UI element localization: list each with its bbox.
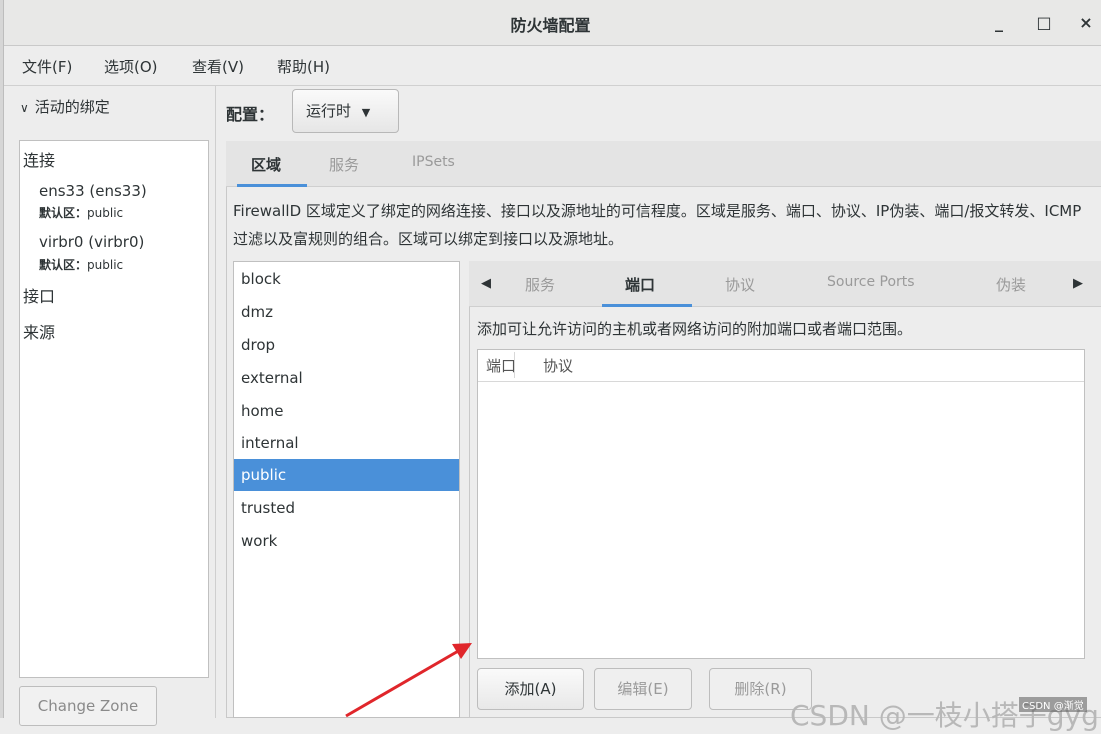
tab-ipsets[interactable]: IPSets: [412, 154, 455, 170]
change-zone-button[interactable]: Change Zone: [19, 686, 157, 726]
window-left-edge: [0, 0, 4, 718]
sources-heading[interactable]: 来源: [23, 319, 55, 343]
connection-ens33-zone: 默认区：public: [39, 206, 124, 220]
caret-down-icon: ▼: [361, 106, 371, 119]
ports-table-header: 端口 协议: [478, 350, 1084, 382]
active-bindings-toggle[interactable]: ∨ 活动的绑定: [20, 96, 110, 117]
inner-tab-ports[interactable]: 端口: [625, 274, 655, 295]
menu-options[interactable]: 选项(O): [104, 56, 158, 77]
scroll-left-icon[interactable]: ◀: [481, 276, 491, 291]
column-header-protocol[interactable]: 协议: [543, 355, 573, 376]
close-button[interactable]: ×: [1072, 10, 1100, 36]
main-tabstrip: 区域 服务 IPSets: [226, 141, 1101, 187]
window-title: 防火墙配置: [510, 16, 591, 35]
connection-virbr0-zone: 默认区：public: [39, 258, 124, 272]
connections-heading[interactable]: 连接: [23, 147, 55, 171]
maximize-button[interactable]: □: [1030, 10, 1058, 36]
chevron-down-icon: ∨: [20, 101, 29, 115]
minimize-button[interactable]: _: [985, 10, 1013, 36]
menubar: 文件(F) 选项(O) 查看(V) 帮助(H): [4, 46, 1101, 86]
tab-zones-underline: [237, 184, 307, 187]
column-separator: [514, 352, 515, 378]
menu-view[interactable]: 查看(V): [192, 56, 244, 77]
add-button[interactable]: 添加(A): [477, 668, 584, 710]
menu-help[interactable]: 帮助(H): [277, 56, 330, 77]
zone-item-external[interactable]: external: [234, 362, 459, 394]
menu-file[interactable]: 文件(F): [22, 56, 72, 77]
zones-description: FirewallD 区域定义了绑定的网络连接、接口以及源地址的可信程度。区域是服…: [233, 202, 1082, 248]
scroll-right-icon[interactable]: ▶: [1073, 276, 1083, 291]
zone-settings-tabstrip: 服务 端口 协议 Source Ports 伪装: [469, 261, 1101, 307]
zone-item-block[interactable]: block: [234, 263, 459, 295]
interfaces-heading[interactable]: 接口: [23, 283, 55, 307]
inner-tab-protocols[interactable]: 协议: [725, 274, 755, 295]
inner-tab-services[interactable]: 服务: [525, 274, 555, 295]
inner-tab-masquerade[interactable]: 伪装: [996, 274, 1026, 295]
zone-item-drop[interactable]: drop: [234, 329, 459, 361]
tab-zones[interactable]: 区域: [251, 154, 281, 175]
connection-virbr0-name[interactable]: virbr0 (virbr0): [39, 233, 144, 251]
zone-item-work[interactable]: work: [234, 525, 459, 557]
ports-table[interactable]: 端口 协议: [477, 349, 1085, 659]
red-arrow-annotation: [345, 643, 472, 718]
config-select-value: 运行时: [306, 102, 352, 120]
inner-tab-ports-underline: [602, 304, 692, 307]
panel-divider[interactable]: [215, 86, 216, 718]
csdn-tag: CSDN @渐觉: [1019, 697, 1087, 712]
inner-tab-source-ports[interactable]: Source Ports: [827, 274, 915, 290]
active-bindings-label: 活动的绑定: [34, 98, 110, 116]
config-label: 配置：: [226, 105, 275, 124]
zone-item-home[interactable]: home: [234, 395, 459, 427]
zone-item-public[interactable]: public: [234, 459, 459, 491]
zone-item-dmz[interactable]: dmz: [234, 296, 459, 328]
zone-item-internal[interactable]: internal: [234, 427, 459, 459]
column-header-port[interactable]: 端口: [486, 355, 516, 376]
zone-item-trusted[interactable]: trusted: [234, 492, 459, 524]
tab-services[interactable]: 服务: [329, 154, 359, 175]
connection-ens33-name[interactable]: ens33 (ens33): [39, 182, 147, 200]
ports-description: 添加可让允许访问的主机或者网络访问的附加端口或者端口范围。: [477, 320, 913, 338]
bindings-tree: 连接 ens33 (ens33) 默认区：public virbr0 (virb…: [19, 140, 209, 678]
config-select[interactable]: 运行时 ▼: [292, 89, 399, 133]
edit-button[interactable]: 编辑(E): [594, 668, 692, 710]
